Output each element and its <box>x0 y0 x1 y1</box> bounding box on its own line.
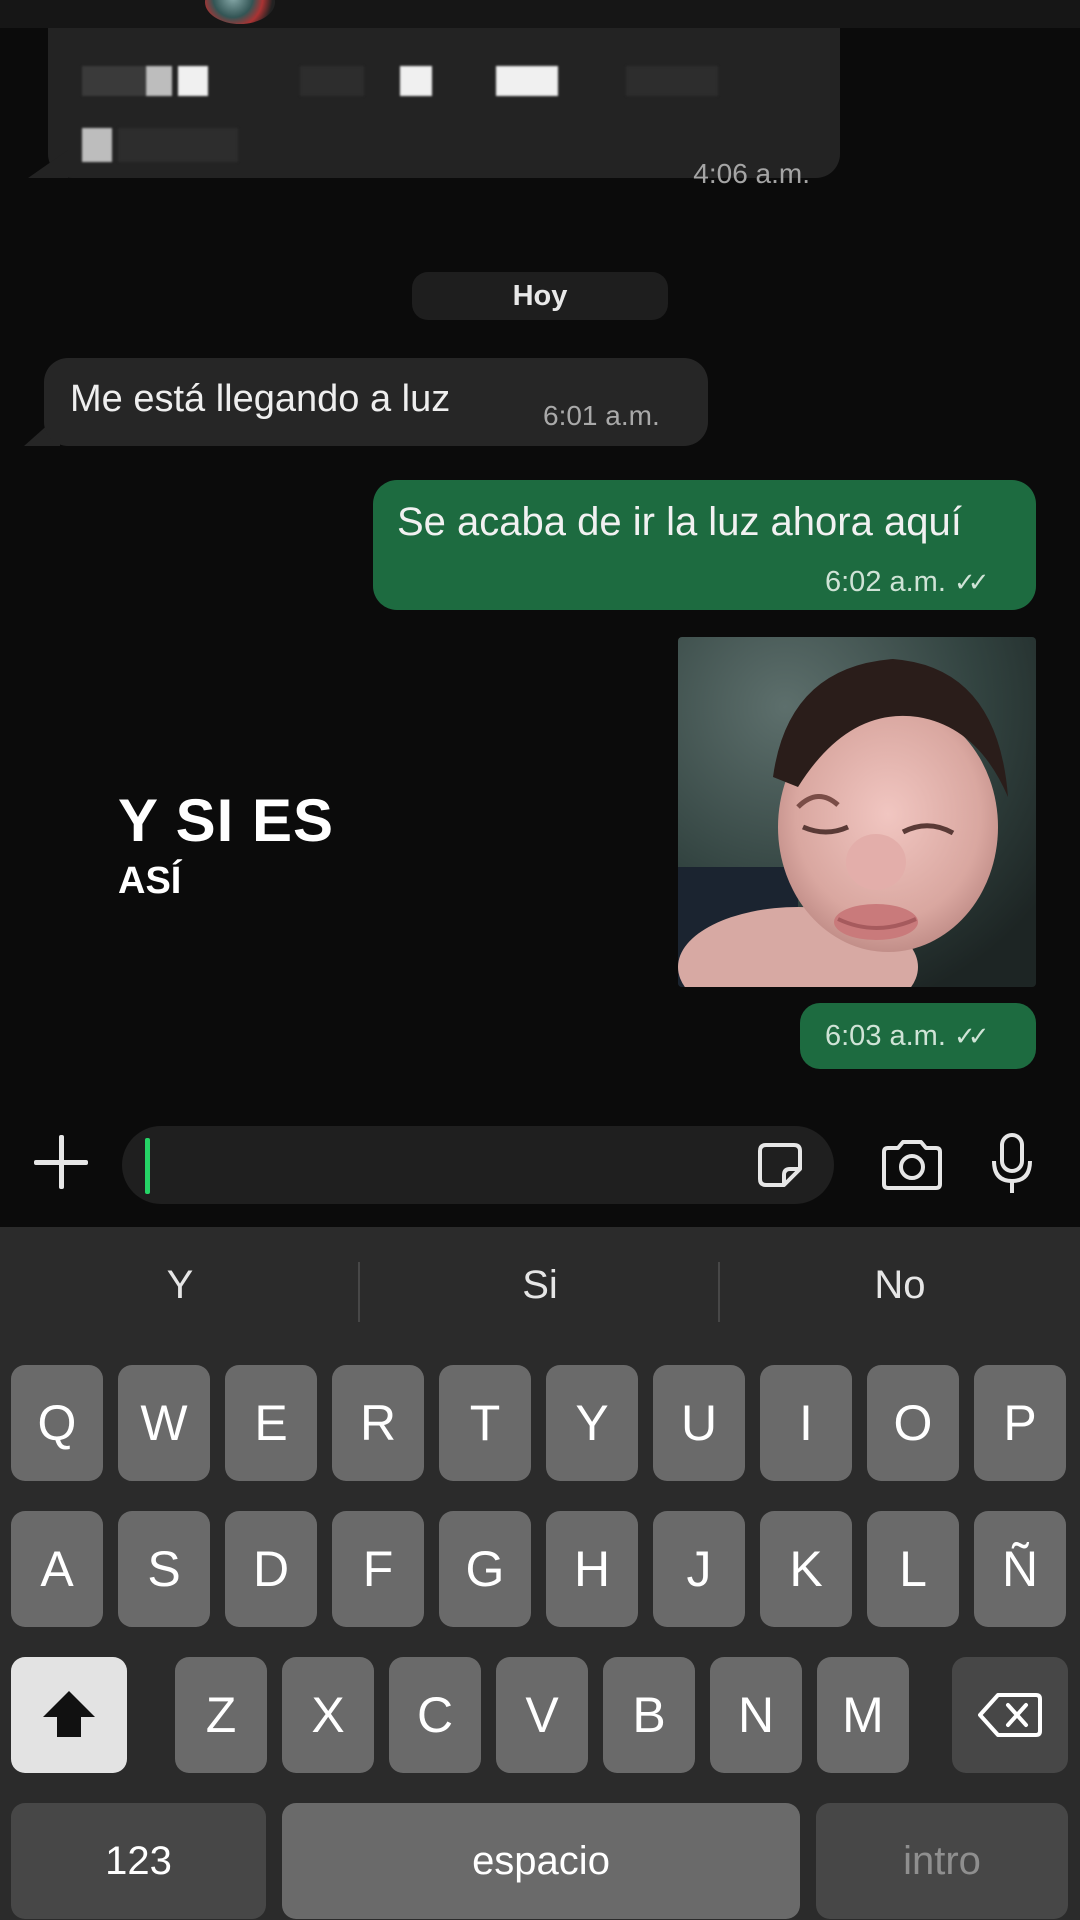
space-key[interactable]: espacio <box>282 1803 800 1919</box>
key-n[interactable]: N <box>710 1657 802 1773</box>
backspace-icon <box>978 1693 1042 1737</box>
suggestion-3[interactable]: No <box>720 1263 1080 1308</box>
key-l[interactable]: L <box>867 1511 959 1627</box>
outgoing-message-meta: 6:02 a.m. ✓✓ <box>825 566 989 599</box>
key-y[interactable]: Y <box>546 1365 638 1481</box>
read-receipt-icon: ✓✓ <box>953 567 989 597</box>
return-key[interactable]: intro <box>816 1803 1068 1919</box>
plus-icon[interactable] <box>34 1135 88 1189</box>
incoming-message-text: Me está llegando a luz <box>70 378 451 420</box>
suggestion-1[interactable]: Y <box>0 1263 360 1308</box>
shift-arrow-icon <box>43 1691 95 1737</box>
redacted-block <box>626 66 718 96</box>
redacted-block <box>82 128 112 162</box>
message-input[interactable] <box>122 1126 834 1204</box>
key-v[interactable]: V <box>496 1657 588 1773</box>
image-message-photo[interactable] <box>678 637 1036 987</box>
key-z[interactable]: Z <box>175 1657 267 1773</box>
outgoing-message-text: Se acaba de ir la luz ahora aquí <box>397 500 962 544</box>
redacted-block <box>178 66 208 96</box>
image-message-meta: 6:03 a.m. ✓✓ <box>825 1020 989 1053</box>
read-receipt-icon: ✓✓ <box>953 1021 989 1051</box>
redacted-block <box>146 66 172 96</box>
redacted-block <box>400 66 432 96</box>
key-d[interactable]: D <box>225 1511 317 1627</box>
key-p[interactable]: P <box>974 1365 1066 1481</box>
sticker-icon[interactable] <box>756 1141 804 1189</box>
key-a[interactable]: A <box>11 1511 103 1627</box>
old-message-bubble[interactable]: 4:06 a.m. <box>48 28 840 189</box>
redacted-block <box>496 66 558 96</box>
numbers-key[interactable]: 123 <box>11 1803 266 1919</box>
backspace-key[interactable] <box>952 1657 1068 1773</box>
overlay-caption-line2: ASÍ <box>118 860 182 902</box>
key-m[interactable]: M <box>817 1657 909 1773</box>
key-q[interactable]: Q <box>11 1365 103 1481</box>
key-f[interactable]: F <box>332 1511 424 1627</box>
top-strip <box>0 0 1080 28</box>
key-n-tilde[interactable]: Ñ <box>974 1511 1066 1627</box>
microphone-icon[interactable] <box>988 1133 1036 1197</box>
old-message-time: 4:06 a.m. <box>693 158 810 189</box>
key-u[interactable]: U <box>653 1365 745 1481</box>
date-chip: Hoy <box>412 272 668 320</box>
redacted-block <box>118 128 238 162</box>
shift-key[interactable] <box>11 1657 127 1773</box>
key-g[interactable]: G <box>439 1511 531 1627</box>
key-o[interactable]: O <box>867 1365 959 1481</box>
camera-icon[interactable] <box>880 1138 944 1192</box>
suggestion-2[interactable]: Si <box>360 1263 720 1308</box>
key-s[interactable]: S <box>118 1511 210 1627</box>
key-t[interactable]: T <box>439 1365 531 1481</box>
key-i[interactable]: I <box>760 1365 852 1481</box>
key-w[interactable]: W <box>118 1365 210 1481</box>
key-c[interactable]: C <box>389 1657 481 1773</box>
incoming-message-time: 6:01 a.m. <box>543 400 660 431</box>
baby-photo-illustration <box>678 637 1036 987</box>
key-k[interactable]: K <box>760 1511 852 1627</box>
key-r[interactable]: R <box>332 1365 424 1481</box>
image-message-time: 6:03 a.m. <box>825 1020 946 1052</box>
key-b[interactable]: B <box>603 1657 695 1773</box>
text-cursor <box>145 1138 150 1194</box>
key-x[interactable]: X <box>282 1657 374 1773</box>
redacted-block <box>300 66 364 96</box>
key-h[interactable]: H <box>546 1511 638 1627</box>
key-e[interactable]: E <box>225 1365 317 1481</box>
overlay-caption-line1: Y SI ES <box>118 787 335 854</box>
outgoing-message-time: 6:02 a.m. <box>825 566 946 598</box>
key-j[interactable]: J <box>653 1511 745 1627</box>
redacted-block <box>82 66 146 96</box>
